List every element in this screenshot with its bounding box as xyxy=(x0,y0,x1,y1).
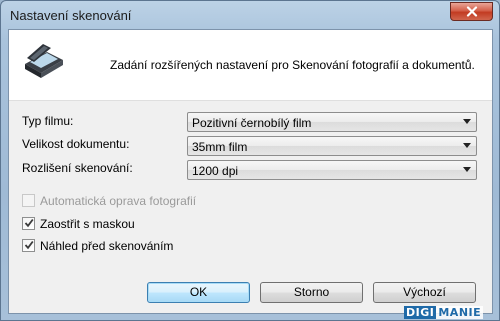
resolution-value: 1200 dpi xyxy=(192,164,239,178)
dialog-content: Zadání rozšířených nastavení pro Skenová… xyxy=(8,29,493,314)
chevron-down-icon xyxy=(463,167,471,172)
checkmark-icon xyxy=(24,218,34,228)
header-description: Zadání rozšířených nastavení pro Skenová… xyxy=(110,58,475,72)
film-type-label: Typ filmu: xyxy=(22,114,74,128)
close-button[interactable] xyxy=(450,2,493,21)
scanner-icon xyxy=(25,44,63,78)
window-title: Nastavení skenování xyxy=(10,8,132,23)
document-size-label: Velikost dokumentu: xyxy=(22,137,130,151)
checkbox-box[interactable] xyxy=(22,239,35,252)
document-size-value: 35mm film xyxy=(192,140,248,154)
cancel-button[interactable]: Storno xyxy=(260,282,363,303)
ok-button[interactable]: OK xyxy=(147,282,250,303)
dialog-window: Nastavení skenování Zadání rozšířených n… xyxy=(0,0,500,321)
watermark-part1: DIGI xyxy=(404,305,437,319)
document-size-select[interactable]: 35mm film xyxy=(187,136,477,156)
auto-fix-label: Automatická oprava fotografií xyxy=(40,194,197,208)
watermark-logo: DIGI MANIE xyxy=(404,305,484,319)
default-button[interactable]: Výchozí xyxy=(373,282,476,303)
chevron-down-icon xyxy=(463,143,471,148)
watermark-part2: MANIE xyxy=(436,305,484,319)
checkbox-box[interactable] xyxy=(22,217,35,230)
film-type-value: Pozitivní černobílý film xyxy=(192,116,312,130)
checkmark-icon xyxy=(24,240,34,250)
chevron-down-icon xyxy=(463,119,471,124)
title-bar[interactable]: Nastavení skenování xyxy=(1,1,499,29)
resolution-select[interactable]: 1200 dpi xyxy=(187,160,477,180)
close-icon xyxy=(466,6,477,17)
checkbox-box xyxy=(22,194,35,207)
film-type-select[interactable]: Pozitivní černobílý film xyxy=(187,112,477,132)
dialog-header: Zadání rozšířených nastavení pro Skenová… xyxy=(9,30,492,101)
preview-label: Náhled před skenováním xyxy=(40,239,174,253)
resolution-label: Rozlišení skenování: xyxy=(22,161,133,175)
unsharp-mask-label: Zaostřit s maskou xyxy=(40,217,135,231)
